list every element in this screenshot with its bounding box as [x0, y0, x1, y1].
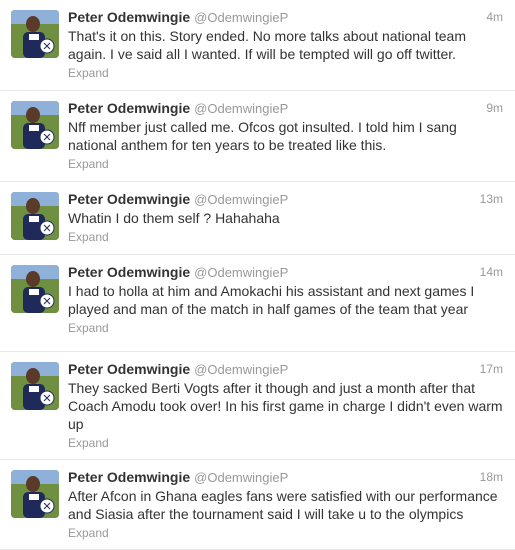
tweet-username[interactable]: @OdemwingieP — [194, 265, 288, 280]
tweet-timestamp[interactable]: 13m — [480, 192, 503, 206]
tweet-fullname[interactable]: Peter Odemwingie — [68, 469, 190, 485]
tweet-text: They sacked Berti Vogts after it though … — [68, 380, 503, 432]
tweet-timestamp[interactable]: 9m — [486, 101, 503, 115]
expand-link[interactable]: Expand — [68, 525, 109, 541]
tweet-text: After Afcon in Ghana eagles fans were sa… — [68, 488, 498, 522]
tweet-text: Nff member just called me. Ofcos got ins… — [68, 119, 457, 153]
tweet-item[interactable]: Peter Odemwingie @OdemwingieP 17m They sa… — [0, 352, 515, 460]
avatar[interactable] — [11, 101, 59, 149]
tweet-timeline: Peter Odemwingie @OdemwingieP 4m That's i… — [0, 0, 515, 550]
tweet-item[interactable]: Peter Odemwingie @OdemwingieP 9m Nff memb… — [0, 91, 515, 182]
tweet-username[interactable]: @OdemwingieP — [194, 362, 288, 377]
tweet-item[interactable]: Peter Odemwingie @OdemwingieP 13m Whatin … — [0, 182, 515, 255]
tweet-username[interactable]: @OdemwingieP — [194, 192, 288, 207]
tweet-text: Whatin I do them self ? Hahahaha — [68, 210, 280, 226]
tweet-header: Peter Odemwingie @OdemwingieP — [68, 264, 503, 281]
tweet-timestamp[interactable]: 4m — [486, 10, 503, 24]
tweet-header: Peter Odemwingie @OdemwingieP — [68, 361, 503, 378]
tweet-timestamp[interactable]: 18m — [480, 470, 503, 484]
avatar[interactable] — [11, 10, 59, 58]
tweet-header: Peter Odemwingie @OdemwingieP — [68, 191, 503, 208]
avatar[interactable] — [11, 265, 59, 313]
tweet-fullname[interactable]: Peter Odemwingie — [68, 100, 190, 116]
tweet-header: Peter Odemwingie @OdemwingieP — [68, 100, 503, 117]
tweet-username[interactable]: @OdemwingieP — [194, 470, 288, 485]
tweet-username[interactable]: @OdemwingieP — [194, 10, 288, 25]
tweet-item[interactable]: Peter Odemwingie @OdemwingieP 18m After A… — [0, 460, 515, 550]
tweet-username[interactable]: @OdemwingieP — [194, 101, 288, 116]
tweet-text: That's it on this. Story ended. No more … — [68, 28, 466, 62]
tweet-item[interactable]: Peter Odemwingie @OdemwingieP 4m That's i… — [0, 0, 515, 91]
tweet-fullname[interactable]: Peter Odemwingie — [68, 264, 190, 280]
tweet-header: Peter Odemwingie @OdemwingieP — [68, 469, 503, 486]
tweet-text: I had to holla at him and Amokachi his a… — [68, 283, 475, 317]
tweet-item[interactable]: Peter Odemwingie @OdemwingieP 14m I had t… — [0, 255, 515, 352]
tweet-fullname[interactable]: Peter Odemwingie — [68, 191, 190, 207]
expand-link[interactable]: Expand — [68, 156, 109, 172]
expand-link[interactable]: Expand — [68, 65, 109, 81]
avatar[interactable] — [11, 192, 59, 240]
avatar[interactable] — [11, 470, 59, 518]
tweet-header: Peter Odemwingie @OdemwingieP — [68, 9, 503, 26]
expand-link[interactable]: Expand — [68, 435, 109, 451]
avatar[interactable] — [11, 362, 59, 410]
tweet-timestamp[interactable]: 14m — [480, 265, 503, 279]
tweet-fullname[interactable]: Peter Odemwingie — [68, 361, 190, 377]
tweet-timestamp[interactable]: 17m — [480, 362, 503, 376]
expand-link[interactable]: Expand — [68, 229, 109, 245]
tweet-fullname[interactable]: Peter Odemwingie — [68, 9, 190, 25]
expand-link[interactable]: Expand — [68, 320, 109, 336]
